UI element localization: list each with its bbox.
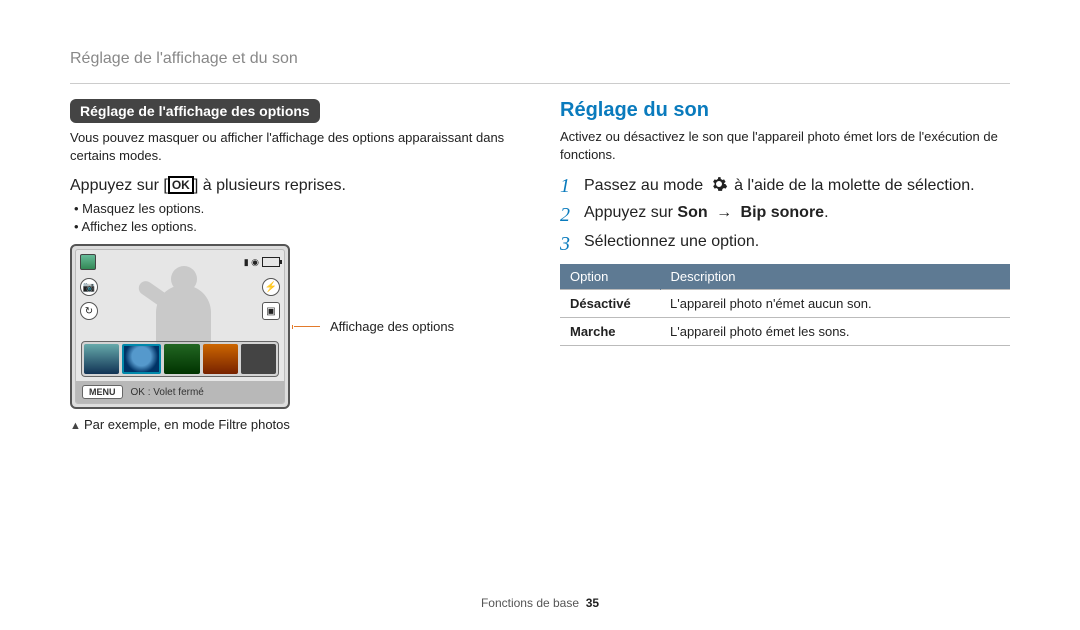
- camera-icon: 📷: [80, 278, 98, 296]
- step-number: 3: [560, 233, 584, 256]
- options-table: Option Description Désactivé L'appareil …: [560, 264, 1010, 346]
- step2-pre: Appuyez sur: [584, 204, 677, 221]
- step2-post: .: [824, 204, 828, 221]
- instruction-pre: Appuyez sur [: [70, 177, 168, 194]
- thumb: [241, 344, 276, 374]
- step-3: 3 Sélectionnez une option.: [560, 233, 1010, 256]
- table-row: Marche L'appareil photo émet les sons.: [560, 318, 1010, 346]
- left-bullets: Masquez les options. Affichez les option…: [74, 201, 520, 234]
- divider: [70, 83, 1010, 84]
- th-option: Option: [560, 264, 660, 290]
- page-number: 35: [586, 596, 599, 610]
- sound-heading: Réglage du son: [560, 99, 1010, 122]
- figure-caption: Par exemple, en mode Filtre photos: [70, 417, 520, 432]
- left-column: Réglage de l'affichage des options Vous …: [70, 99, 520, 586]
- page-footer: Fonctions de base 35: [70, 586, 1010, 610]
- step-number: 2: [560, 204, 584, 227]
- gear-icon: [710, 175, 728, 193]
- thumb: [122, 344, 161, 374]
- cell-option: Désactivé: [560, 290, 660, 318]
- step2-bold1: Son: [677, 204, 707, 221]
- bullet-item: Masquez les options.: [74, 201, 520, 216]
- battery-icon: [262, 257, 280, 267]
- cell-desc: L'appareil photo émet les sons.: [660, 318, 1010, 346]
- bullet-item: Affichez les options.: [74, 219, 520, 234]
- step-1: 1 Passez au mode à l'aide de la molette …: [560, 175, 1010, 198]
- right-intro: Activez ou désactivez le son que l'appar…: [560, 128, 1010, 163]
- thumb: [164, 344, 199, 374]
- instruction-post: ] à plusieurs reprises.: [194, 177, 346, 194]
- silhouette-graphic: [131, 260, 221, 350]
- cell-option: Marche: [560, 318, 660, 346]
- signal-icon: ▮ ◉: [244, 257, 259, 268]
- loop-icon: ↻: [80, 302, 98, 320]
- filter-thumbnails: [81, 341, 279, 377]
- th-description: Description: [660, 264, 1010, 290]
- left-instruction: Appuyez sur [OK] à plusieurs reprises.: [70, 176, 520, 195]
- ok-hint-label: OK : Volet fermé: [131, 387, 204, 398]
- footer-label: Fonctions de base: [481, 596, 579, 610]
- cell-desc: L'appareil photo n'émet aucun son.: [660, 290, 1010, 318]
- table-row: Désactivé L'appareil photo n'émet aucun …: [560, 290, 1010, 318]
- thumb: [203, 344, 238, 374]
- flash-icon: ⚡: [262, 278, 280, 296]
- step1-pre: Passez au mode: [584, 177, 708, 194]
- section-pill: Réglage de l'affichage des options: [70, 99, 320, 123]
- thumb: [84, 344, 119, 374]
- callout-leader: [294, 326, 320, 327]
- menu-button-label: MENU: [82, 385, 123, 399]
- mode-icon: [80, 254, 96, 270]
- step-number: 1: [560, 175, 584, 198]
- size-icon: ▣: [262, 302, 280, 320]
- arrow-icon: →: [716, 204, 732, 221]
- step3-text: Sélectionnez une option.: [584, 233, 759, 251]
- step1-post: à l'aide de la molette de sélection.: [734, 177, 975, 194]
- step2-bold2: Bip sonore: [741, 204, 825, 221]
- callout-label: Affichage des options: [330, 319, 454, 334]
- step-2: 2 Appuyez sur Son → Bip sonore.: [560, 204, 1010, 227]
- ok-icon: OK: [168, 176, 194, 194]
- page-title: Réglage de l'affichage et du son: [70, 50, 1010, 68]
- camera-lcd-figure: ▮ ◉ 📷 ↻ ⚡ ▣: [70, 244, 290, 409]
- left-intro: Vous pouvez masquer ou afficher l'affich…: [70, 129, 520, 164]
- right-column: Réglage du son Activez ou désactivez le …: [560, 99, 1010, 586]
